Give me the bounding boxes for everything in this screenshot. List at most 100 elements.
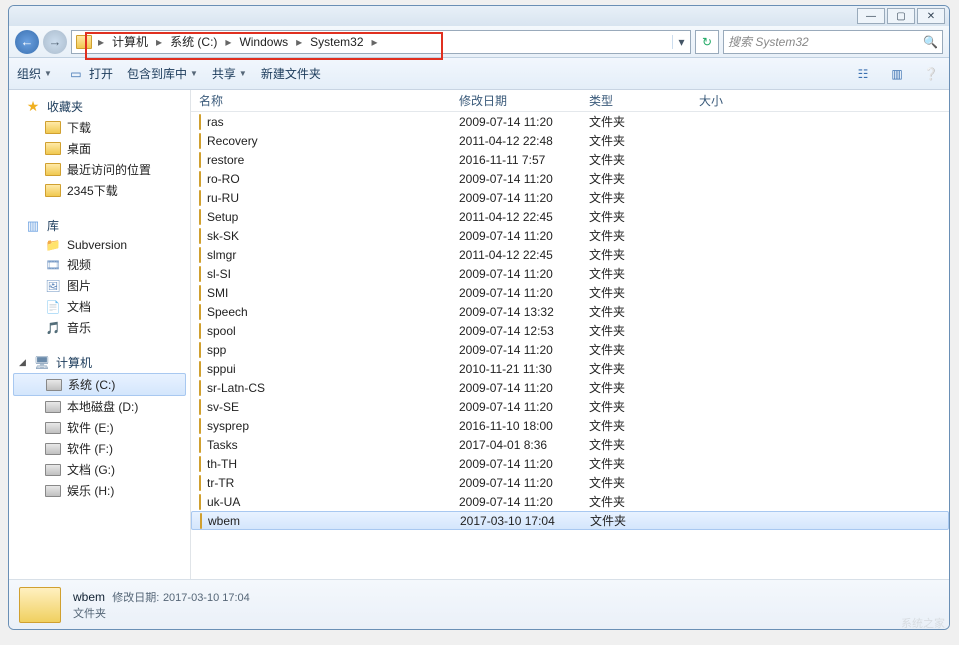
file-name: Speech (207, 305, 248, 319)
table-row[interactable]: restore2016-11-11 7:57文件夹 (191, 150, 949, 169)
file-list[interactable]: ras2009-07-14 11:20文件夹Recovery2011-04-12… (191, 112, 949, 579)
sidebar-item-library[interactable]: 📄文档 (9, 296, 190, 317)
table-row[interactable]: wbem2017-03-10 17:04文件夹 (191, 511, 949, 530)
chevron-right-icon[interactable]: ▸ (154, 35, 164, 49)
search-input[interactable]: 搜索 System32 🔍 (723, 30, 943, 54)
help-button[interactable]: ❔ (921, 65, 941, 83)
file-type: 文件夹 (589, 113, 699, 130)
table-row[interactable]: ru-RU2009-07-14 11:20文件夹 (191, 188, 949, 207)
file-name: sk-SK (207, 229, 239, 243)
table-row[interactable]: sl-SI2009-07-14 11:20文件夹 (191, 264, 949, 283)
breadcrumb-windows[interactable]: Windows (233, 35, 294, 49)
search-placeholder: 搜索 System32 (728, 33, 809, 50)
file-type: 文件夹 (589, 265, 699, 282)
sidebar-item-library[interactable]: 🖼图片 (9, 275, 190, 296)
table-row[interactable]: sppui2010-11-21 11:30文件夹 (191, 359, 949, 378)
file-name: spool (207, 324, 236, 338)
favorites-label[interactable]: 收藏夹 (47, 98, 83, 115)
sidebar-item-library[interactable]: 🎵音乐 (9, 317, 190, 338)
folder-icon (199, 399, 201, 415)
sidebar-item-label: 本地磁盘 (D:) (67, 398, 138, 415)
table-row[interactable]: slmgr2011-04-12 22:45文件夹 (191, 245, 949, 264)
file-date: 2009-07-14 11:20 (459, 476, 589, 490)
breadcrumb-system32[interactable]: System32 (304, 35, 369, 49)
breadcrumb-computer[interactable]: 计算机 (106, 33, 154, 50)
file-date: 2011-04-12 22:45 (459, 210, 589, 224)
library-item-icon: 📄 (45, 300, 61, 314)
table-row[interactable]: sk-SK2009-07-14 11:20文件夹 (191, 226, 949, 245)
sidebar-item-drive[interactable]: 娱乐 (H:) (9, 480, 190, 501)
chevron-right-icon[interactable]: ▸ (96, 35, 106, 49)
sidebar-item-favorite[interactable]: 桌面 (9, 138, 190, 159)
organize-button[interactable]: 组织▼ (17, 65, 52, 82)
folder-icon (199, 247, 201, 263)
sidebar-item-drive[interactable]: 文档 (G:) (9, 459, 190, 480)
column-size[interactable]: 大小 (699, 92, 779, 109)
sidebar-item-library[interactable]: 🎞视频 (9, 254, 190, 275)
share-button[interactable]: 共享▼ (212, 65, 247, 82)
table-row[interactable]: ro-RO2009-07-14 11:20文件夹 (191, 169, 949, 188)
folder-icon (199, 342, 201, 358)
explorer-window: — ▢ ✕ ← → ▸ 计算机 ▸ 系统 (C:) ▸ Windows ▸ Sy… (8, 5, 950, 630)
table-row[interactable]: ras2009-07-14 11:20文件夹 (191, 112, 949, 131)
file-type: 文件夹 (589, 284, 699, 301)
libraries-group: ▥ 库 📁Subversion🎞视频🖼图片📄文档🎵音乐 (9, 215, 190, 338)
file-name: wbem (208, 514, 240, 528)
table-row[interactable]: sysprep2016-11-10 18:00文件夹 (191, 416, 949, 435)
table-row[interactable]: Speech2009-07-14 13:32文件夹 (191, 302, 949, 321)
libraries-label[interactable]: 库 (47, 217, 59, 234)
table-row[interactable]: spp2009-07-14 11:20文件夹 (191, 340, 949, 359)
folder-icon (199, 456, 201, 472)
folder-icon (199, 152, 201, 168)
include-in-library-button[interactable]: 包含到库中▼ (127, 65, 198, 82)
back-button[interactable]: ← (15, 30, 39, 54)
sidebar-item-drive[interactable]: 软件 (F:) (9, 438, 190, 459)
chevron-right-icon[interactable]: ▸ (223, 35, 233, 49)
table-row[interactable]: sr-Latn-CS2009-07-14 11:20文件夹 (191, 378, 949, 397)
column-name[interactable]: 名称 (199, 92, 459, 109)
sidebar-item-drive[interactable]: 系统 (C:) (13, 373, 186, 396)
library-icon: ▥ (25, 219, 41, 233)
folder-icon (199, 418, 201, 434)
forward-button[interactable]: → (43, 30, 67, 54)
sidebar-item-favorite[interactable]: 2345下载 (9, 180, 190, 201)
table-row[interactable]: Recovery2011-04-12 22:48文件夹 (191, 131, 949, 150)
close-button[interactable]: ✕ (917, 8, 945, 24)
sidebar-item-favorite[interactable]: 下载 (9, 117, 190, 138)
sidebar-item-library[interactable]: 📁Subversion (9, 236, 190, 254)
breadcrumb-bar[interactable]: ▸ 计算机 ▸ 系统 (C:) ▸ Windows ▸ System32 ▸ ▾ (71, 30, 691, 54)
expand-icon[interactable]: ◢ (19, 357, 28, 368)
table-row[interactable]: SMI2009-07-14 11:20文件夹 (191, 283, 949, 302)
folder-icon (199, 228, 201, 244)
chevron-right-icon[interactable]: ▸ (370, 35, 380, 49)
view-button[interactable]: ☷ (853, 65, 873, 83)
column-date[interactable]: 修改日期 (459, 92, 589, 109)
refresh-button[interactable]: ↻ (695, 30, 719, 54)
computer-label[interactable]: 计算机 (56, 354, 92, 371)
sidebar-item-favorite[interactable]: 最近访问的位置 (9, 159, 190, 180)
new-folder-button[interactable]: 新建文件夹 (261, 65, 321, 82)
table-row[interactable]: uk-UA2009-07-14 11:20文件夹 (191, 492, 949, 511)
table-row[interactable]: Tasks2017-04-01 8:36文件夹 (191, 435, 949, 454)
open-button[interactable]: ▭打开 (66, 65, 113, 83)
search-icon[interactable]: 🔍 (923, 35, 938, 49)
table-row[interactable]: th-TH2009-07-14 11:20文件夹 (191, 454, 949, 473)
table-row[interactable]: tr-TR2009-07-14 11:20文件夹 (191, 473, 949, 492)
column-type[interactable]: 类型 (589, 92, 699, 109)
table-row[interactable]: sv-SE2009-07-14 11:20文件夹 (191, 397, 949, 416)
table-row[interactable]: Setup2011-04-12 22:45文件夹 (191, 207, 949, 226)
minimize-button[interactable]: — (857, 8, 885, 24)
file-date: 2009-07-14 11:20 (459, 115, 589, 129)
chevron-right-icon[interactable]: ▸ (294, 35, 304, 49)
address-dropdown[interactable]: ▾ (672, 35, 690, 49)
folder-icon (199, 190, 201, 206)
sidebar-item-drive[interactable]: 本地磁盘 (D:) (9, 396, 190, 417)
preview-pane-button[interactable]: ▥ (887, 65, 907, 83)
file-name: uk-UA (207, 495, 240, 509)
maximize-button[interactable]: ▢ (887, 8, 915, 24)
file-name: sysprep (207, 419, 249, 433)
sidebar-item-drive[interactable]: 软件 (E:) (9, 417, 190, 438)
navigation-pane[interactable]: ★收藏夹 下载桌面最近访问的位置2345下载 ▥库 📁Subversion🎞视频… (9, 90, 191, 579)
table-row[interactable]: spool2009-07-14 12:53文件夹 (191, 321, 949, 340)
breadcrumb-drive[interactable]: 系统 (C:) (164, 33, 223, 50)
